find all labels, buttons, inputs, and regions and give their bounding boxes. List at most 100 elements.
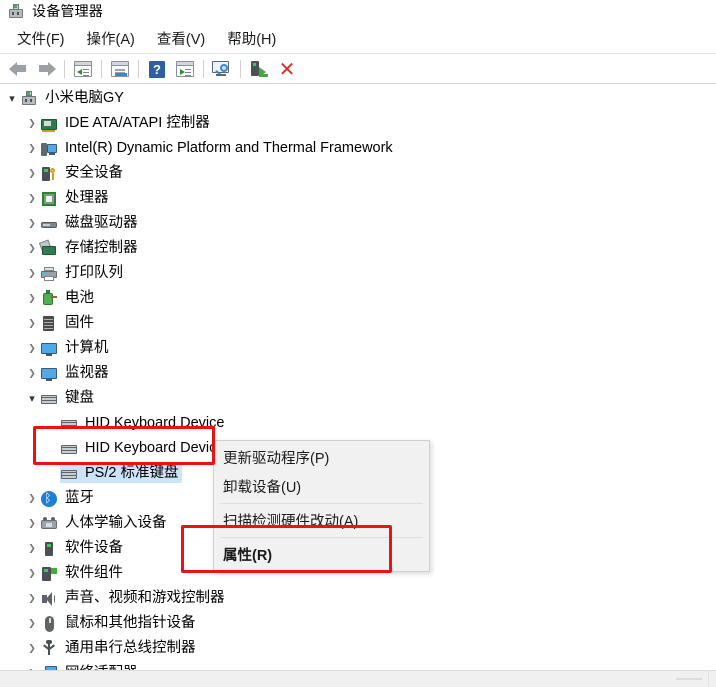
tree-item-content[interactable]: ᛒ 蓝牙: [40, 490, 98, 508]
ctx-properties[interactable]: 属性(R): [214, 540, 429, 569]
chevron-right-icon[interactable]: ❯: [24, 586, 40, 611]
tree-item[interactable]: ❯ IDE ATA/ATAPI 控制器: [0, 111, 716, 136]
tree-item[interactable]: ❯ 磁盘驱动器: [0, 211, 716, 236]
computer-category-icon: [40, 340, 58, 358]
properties-icon: [111, 61, 129, 77]
tree-item[interactable]: ❯ 计算机: [0, 336, 716, 361]
tree-item[interactable]: ❯ 监视器: [0, 361, 716, 386]
chevron-right-icon[interactable]: ❯: [24, 361, 40, 386]
tree-root-item[interactable]: ▾ 小米电脑GY: [0, 86, 716, 111]
tree-item-content[interactable]: 电池: [40, 289, 98, 308]
chevron-down-icon[interactable]: ▾: [24, 386, 40, 411]
tree-item[interactable]: ❯ 处理器: [0, 186, 716, 211]
device-manager-icon: [8, 3, 24, 20]
tree-item-content[interactable]: 安全设备: [40, 165, 127, 183]
chevron-right-icon[interactable]: ❯: [24, 136, 40, 161]
tree-item-content[interactable]: 打印队列: [40, 265, 127, 283]
keyboard-icon: [60, 415, 78, 433]
tree-item[interactable]: ❯网络适配器: [0, 661, 716, 670]
tree-item-content[interactable]: 声音、视频和游戏控制器: [40, 590, 229, 608]
scrollbar-thumb[interactable]: [0, 673, 616, 686]
chevron-right-icon[interactable]: ❯: [24, 536, 40, 561]
tree-item-content[interactable]: 通用串行总线控制器: [40, 639, 200, 658]
help-button[interactable]: ?: [143, 57, 171, 82]
ctx-scan-hardware-changes[interactable]: 扫描检测硬件改动(A): [214, 506, 429, 535]
menu-help[interactable]: 帮助(H): [216, 24, 287, 53]
chevron-right-icon[interactable]: ❯: [24, 161, 40, 186]
scan-hardware-changes-button[interactable]: [171, 57, 199, 82]
properties-button[interactable]: [106, 57, 134, 82]
tree-item-label: 安全设备: [65, 165, 123, 182]
tree-item[interactable]: ❯ 安全设备: [0, 161, 716, 186]
tree-item[interactable]: ❯ 固件: [0, 311, 716, 336]
chevron-right-icon[interactable]: ❯: [24, 261, 40, 286]
chevron-right-icon[interactable]: ❯: [24, 511, 40, 536]
tree-item-content[interactable]: 磁盘驱动器: [40, 215, 142, 233]
tree-item[interactable]: ❯ 声音、视频和游戏控制器: [0, 586, 716, 611]
tree-item-content[interactable]: 软件设备: [40, 540, 127, 558]
device-tree[interactable]: ▾ 小米电脑GY ❯ IDE ATA/ATAPI 控制器 ❯ Intel(R) Dyn…: [0, 86, 716, 670]
forward-button[interactable]: [32, 57, 60, 82]
tree-item[interactable]: ❯ 打印队列: [0, 261, 716, 286]
context-menu[interactable]: 更新驱动程序(P) 卸载设备(U) 扫描检测硬件改动(A) 属性(R): [213, 440, 430, 572]
chevron-right-icon[interactable]: ❯: [24, 561, 40, 586]
menu-action[interactable]: 操作(A): [76, 24, 146, 53]
tree-item[interactable]: ❯ 鼠标和其他指针设备: [0, 611, 716, 636]
tree-item-content[interactable]: 人体学输入设备: [40, 515, 171, 533]
horizontal-scrollbar[interactable]: [0, 670, 716, 687]
help-icon: ?: [149, 60, 165, 78]
chevron-right-icon[interactable]: ❯: [24, 211, 40, 236]
ctx-update-driver[interactable]: 更新驱动程序(P): [214, 443, 429, 472]
tree-item[interactable]: ❯ 存储控制器: [0, 236, 716, 261]
tree-item-content[interactable]: 键盘: [40, 390, 98, 408]
window-title: 设备管理器: [32, 3, 103, 19]
keyboard-icon: [60, 440, 78, 458]
scrollbar-right-track[interactable]: [708, 671, 716, 687]
chevron-right-icon[interactable]: ❯: [24, 311, 40, 336]
chevron-down-icon[interactable]: ▾: [4, 86, 20, 111]
tree-item-label: 人体学输入设备: [65, 515, 167, 532]
chevron-right-icon[interactable]: ❯: [24, 236, 40, 261]
chevron-right-icon[interactable]: ❯: [24, 111, 40, 136]
back-button[interactable]: [4, 57, 32, 82]
tree-item[interactable]: ▾ 键盘: [0, 386, 716, 411]
show-hide-console-tree-button[interactable]: [69, 57, 97, 82]
tree-item-content[interactable]: HID Keyboard Device: [60, 440, 228, 458]
chevron-right-icon[interactable]: ❯: [24, 661, 40, 671]
security-device-icon: [40, 165, 58, 183]
toolbar-separator: [240, 60, 241, 78]
chevron-right-icon[interactable]: ❯: [24, 486, 40, 511]
tree-item[interactable]: ❯ Intel(R) Dynamic Platform and Thermal F…: [0, 136, 716, 161]
tree-item-content[interactable]: 监视器: [40, 365, 113, 383]
tree-item[interactable]: ❯ 电池: [0, 286, 716, 311]
menu-view[interactable]: 查看(V): [146, 24, 216, 53]
chevron-right-icon[interactable]: ❯: [24, 186, 40, 211]
menu-file[interactable]: 文件(F): [6, 24, 76, 53]
chevron-right-icon[interactable]: ❯: [24, 286, 40, 311]
tree-item-label: 软件设备: [65, 540, 123, 557]
software-component-icon: [40, 565, 58, 583]
tree-item-content[interactable]: 固件: [40, 315, 98, 333]
chevron-placeholder: [44, 436, 60, 461]
uninstall-device-button[interactable]: ✕: [273, 57, 301, 82]
tree-item-content[interactable]: 鼠标和其他指针设备: [40, 615, 200, 633]
tree-item-content[interactable]: 软件组件: [40, 565, 127, 583]
tree-item[interactable]: ❯ 通用串行总线控制器: [0, 636, 716, 661]
chevron-right-icon[interactable]: ❯: [24, 611, 40, 636]
chevron-placeholder: [44, 461, 60, 486]
chevron-right-icon[interactable]: ❯: [24, 336, 40, 361]
ctx-uninstall-device[interactable]: 卸载设备(U): [214, 472, 429, 501]
enable-device-icon: [250, 60, 269, 78]
scrollbar-grip: [676, 678, 702, 680]
chevron-right-icon[interactable]: ❯: [24, 636, 40, 661]
update-driver-button[interactable]: [208, 57, 236, 82]
tree-item-content[interactable]: Intel(R) Dynamic Platform and Thermal Fr…: [40, 140, 397, 158]
tree-item-content[interactable]: PS/2 标准键盘: [60, 464, 183, 483]
tree-item-content[interactable]: IDE ATA/ATAPI 控制器: [40, 115, 214, 133]
tree-item-content[interactable]: 存储控制器: [38, 239, 142, 258]
tree-item[interactable]: HID Keyboard Device: [0, 411, 716, 436]
enable-device-button[interactable]: [245, 57, 273, 82]
tree-item-content[interactable]: 处理器: [40, 190, 113, 208]
tree-item-content[interactable]: 计算机: [40, 340, 113, 358]
tree-item-content[interactable]: HID Keyboard Device: [60, 415, 228, 433]
